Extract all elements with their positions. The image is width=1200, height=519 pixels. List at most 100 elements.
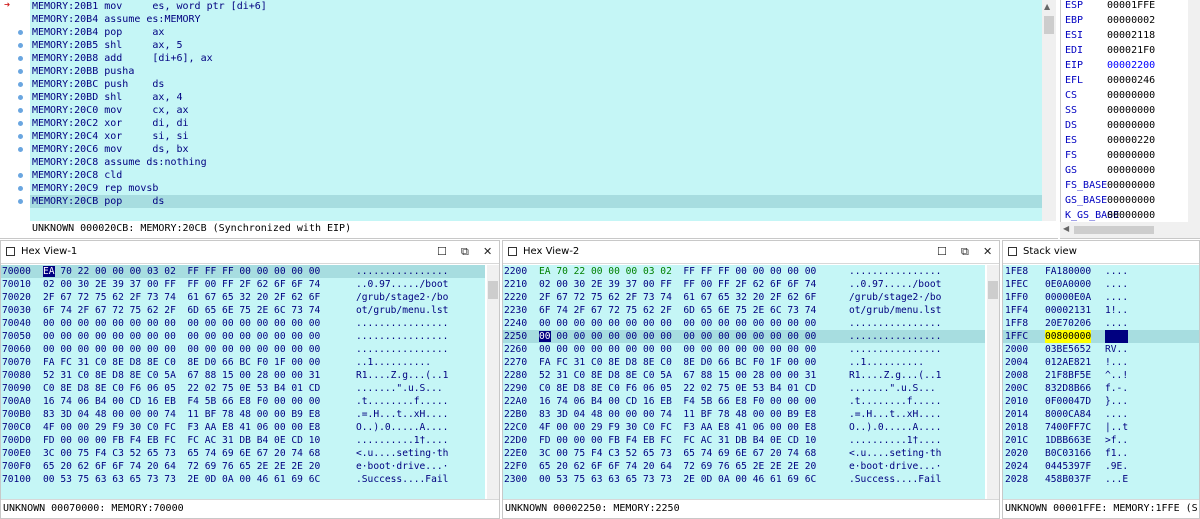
hex-bytes[interactable]: 00 53 75 63 63 65 73 73 2E 0D 0A 00 46 6… xyxy=(539,473,816,486)
stack-value[interactable]: 832D8B66 xyxy=(1045,382,1091,395)
hex-view-1-scrollbar[interactable] xyxy=(487,265,499,499)
register-value[interactable]: 00002200 xyxy=(1107,58,1155,73)
hex-row[interactable]: 700B0 83 3D 04 48 00 00 00 74 11 BF 78 48… xyxy=(1,408,485,421)
hex-bytes[interactable]: EA 70 22 00 00 00 03 02 FF FF FF 00 00 0… xyxy=(43,265,320,278)
register-value[interactable]: 00000000 xyxy=(1107,103,1155,118)
hex-row[interactable]: 22B0 83 3D 04 48 00 00 00 74 11 BF 78 48 … xyxy=(503,408,985,421)
stack-row[interactable]: 1FF0 00000E0A.... xyxy=(1003,291,1199,304)
stack-row[interactable]: 2028 458B037F ...E xyxy=(1003,473,1199,486)
hex-bytes[interactable]: 16 74 06 B4 00 CD 16 EB F4 5B 66 E8 F0 0… xyxy=(43,395,320,408)
hex-row[interactable]: 70080 52 31 C0 8E D8 8E C0 5A 67 88 15 00… xyxy=(1,369,485,382)
hex-ascii[interactable]: O..).0.....A.... xyxy=(849,421,941,434)
disasm-line[interactable]: MEMORY:20B8 add [di+6], ax xyxy=(30,52,1042,65)
register-value[interactable]: 00001FFE xyxy=(1107,0,1155,13)
stack-row[interactable]: 1FFC 00800000.... xyxy=(1003,330,1199,343)
disasm-line[interactable]: MEMORY:20B4 assume es:MEMORY xyxy=(30,13,1042,26)
breakpoint-dot-icon[interactable] xyxy=(18,134,23,139)
hex-bytes[interactable]: 4F 00 00 29 F9 30 C0 FC F3 AA E8 41 06 0… xyxy=(539,421,816,434)
hex-row[interactable]: 2260 00 00 00 00 00 00 00 00 00 00 00 00 … xyxy=(503,343,985,356)
breakpoint-dot-icon[interactable] xyxy=(18,121,23,126)
stack-value[interactable]: 20E70206 xyxy=(1045,317,1091,330)
hex-bytes[interactable]: 83 3D 04 48 00 00 00 74 11 BF 78 48 00 0… xyxy=(43,408,320,421)
stack-value[interactable]: B0C03166 xyxy=(1045,447,1091,460)
register-row[interactable]: DS 00000000 xyxy=(1065,118,1195,133)
stack-row[interactable]: 2014 8000CA84.... xyxy=(1003,408,1199,421)
hex-ascii[interactable]: R1..­..Z.g...(..1 xyxy=(849,369,941,382)
hex-row[interactable]: 2240 00 00 00 00 00 00 00 00 00 00 00 00 … xyxy=(503,317,985,330)
stack-value[interactable]: 0F00047D xyxy=(1045,395,1091,408)
register-row[interactable]: EFL 00000246 xyxy=(1065,73,1195,88)
stack-value[interactable]: 00002131 xyxy=(1045,304,1091,317)
hex-row[interactable]: 70090 C0 8E D8 8E C0 F6 06 05 22 02 75 0E… xyxy=(1,382,485,395)
hex-row[interactable]: 70010 02 00 30 2E 39 37 00 FF FF 00 FF 2F… xyxy=(1,278,485,291)
hex-bytes[interactable]: 00 53 75 63 63 65 73 73 2E 0D 0A 00 46 6… xyxy=(43,473,320,486)
hex-view-2-scroll-thumb[interactable] xyxy=(988,281,998,299)
hex-ascii[interactable]: R1..­..Z.g...(..1 xyxy=(356,369,448,382)
hex-view-1[interactable]: Hex View-1 ☐ ⧉ ✕ 70000 EA 70 22 00 00 00 … xyxy=(0,240,500,519)
disasm-line[interactable]: MEMORY:20C0 mov cx, ax xyxy=(30,104,1042,117)
breakpoint-dot-icon[interactable] xyxy=(18,173,23,178)
disasm-line[interactable]: MEMORY:20B5 shl ax, 5 xyxy=(30,39,1042,52)
restore-icon[interactable]: ⧉ xyxy=(961,241,969,263)
stack-row[interactable]: 2000 03BE5652 RV.. xyxy=(1003,343,1199,356)
close-icon[interactable]: ✕ xyxy=(983,241,992,263)
disasm-line[interactable]: MEMORY:20BC push ds xyxy=(30,78,1042,91)
hex-row[interactable]: 2300 00 53 75 63 63 65 73 73 2E 0D 0A 00 … xyxy=(503,473,985,486)
stack-value[interactable]: 7400FF7C xyxy=(1045,421,1091,434)
hex-row[interactable]: 2220 2F 67 72 75 62 2F 73 74 61 67 65 32 … xyxy=(503,291,985,304)
breakpoint-dot-icon[interactable] xyxy=(18,108,23,113)
hex-row[interactable]: 70070 FA FC 31 C0 8E D8 8E C0 8E D0 66 BC… xyxy=(1,356,485,369)
disasm-gutter[interactable]: ➜ xyxy=(0,0,30,221)
hex-bytes[interactable]: FD 00 00 00 FB F4 EB FC FC AC 31 DB B4 0… xyxy=(539,434,816,447)
scroll-up-icon[interactable]: ▲ xyxy=(1044,2,1050,11)
hex-bytes[interactable]: 00 00 00 00 00 00 00 00 00 00 00 00 00 0… xyxy=(539,330,816,343)
hex-row[interactable]: 700F0 65 20 62 6F 6F 74 20 64 72 69 76 65… xyxy=(1,460,485,473)
stack-value[interactable]: 8000CA84 xyxy=(1045,408,1091,421)
stack-row[interactable]: 1FEC 0E0A0000.... xyxy=(1003,278,1199,291)
hex-bytes[interactable]: 00 00 00 00 00 00 00 00 00 00 00 00 00 0… xyxy=(43,343,320,356)
hex-bytes[interactable]: 00 00 00 00 00 00 00 00 00 00 00 00 00 0… xyxy=(539,317,816,330)
stack-value[interactable]: 21F8BF5E xyxy=(1045,369,1091,382)
breakpoint-dot-icon[interactable] xyxy=(18,186,23,191)
register-row[interactable]: K_GS_BASE 00000000 xyxy=(1065,208,1195,223)
register-value[interactable]: 00000000 xyxy=(1107,163,1155,178)
hex-view-2[interactable]: Hex View-2 ☐ ⧉ ✕ 2200 EA 70 22 00 00 00 0… xyxy=(502,240,1000,519)
hex-row[interactable]: 70030 6F 74 2F 67 72 75 62 2F 6D 65 6E 75… xyxy=(1,304,485,317)
stack-row[interactable]: 1FF8 20E70206.... xyxy=(1003,317,1199,330)
register-value[interactable]: 00000246 xyxy=(1107,73,1155,88)
disasm-line[interactable]: MEMORY:20C9 rep movsb xyxy=(30,182,1042,195)
stack-value[interactable]: 00000E0A xyxy=(1045,291,1091,304)
register-value[interactable]: 00000000 xyxy=(1107,148,1155,163)
hex-row[interactable]: 22C0 4F 00 00 29 F9 30 C0 FC F3 AA E8 41 … xyxy=(503,421,985,434)
hex-row[interactable]: 2290 C0 8E D8 8E C0 F6 06 05 22 02 75 0E … xyxy=(503,382,985,395)
breakpoint-dot-icon[interactable] xyxy=(18,95,23,100)
hex-view-1-titlebar[interactable]: Hex View-1 ☐ ⧉ ✕ xyxy=(1,241,499,264)
register-row[interactable]: FS_BASE 00000000 xyxy=(1065,178,1195,193)
hex-bytes[interactable]: 6F 74 2F 67 72 75 62 2F 6D 65 6E 75 2E 6… xyxy=(539,304,816,317)
hex-bytes[interactable]: 4F 00 00 29 F9 30 C0 FC F3 AA E8 41 06 0… xyxy=(43,421,320,434)
hex-ascii[interactable]: ................ xyxy=(356,330,448,343)
stack-row[interactable]: 2008 21F8BF5E ^..! xyxy=(1003,369,1199,382)
stack-row[interactable]: 1FF4 00002131 1!.. xyxy=(1003,304,1199,317)
disasm-scrollbar[interactable]: ▲ xyxy=(1042,0,1056,221)
hex-ascii[interactable]: ................ xyxy=(849,265,941,278)
hex-row[interactable]: 70050 00 00 00 00 00 00 00 00 00 00 00 00… xyxy=(1,330,485,343)
hex-ascii[interactable]: ................ xyxy=(849,330,941,343)
stack-view-content[interactable]: 1FE8 FA180000.... 1FEC 0E0A0000.... 1FF0 0000… xyxy=(1003,265,1199,499)
hex-bytes[interactable]: 52 31 C0 8E D8 8E C0 5A 67 88 15 00 28 0… xyxy=(43,369,320,382)
hex-row[interactable]: 2280 52 31 C0 8E D8 8E C0 5A 67 88 15 00 … xyxy=(503,369,985,382)
hex-ascii[interactable]: /grub/stage2·/bo xyxy=(356,291,448,304)
stack-row[interactable]: 2010 0F00047D}... xyxy=(1003,395,1199,408)
hex-ascii[interactable]: ..­.....".u.S... xyxy=(849,382,936,395)
hex-ascii[interactable]: ................ xyxy=(849,317,941,330)
hex-ascii[interactable]: ..1.­.­.­....... xyxy=(356,356,431,369)
stack-row[interactable]: 201C 1DBB663E >f.. xyxy=(1003,434,1199,447)
hex-bytes[interactable]: 00 00 00 00 00 00 00 00 00 00 00 00 00 0… xyxy=(43,317,320,330)
disasm-line[interactable]: MEMORY:20C6 mov ds, bx xyxy=(30,143,1042,156)
stack-value[interactable]: 458B037F xyxy=(1045,473,1091,486)
breakpoint-dot-icon[interactable] xyxy=(18,30,23,35)
register-value[interactable]: 00002118 xyxy=(1107,28,1155,43)
hex-bytes[interactable]: 65 20 62 6F 6F 74 20 64 72 69 76 65 2E 2… xyxy=(43,460,320,473)
hex-ascii[interactable]: ot/grub/menu.lst xyxy=(356,304,448,317)
register-row[interactable]: GS_BASE 00000000 xyxy=(1065,193,1195,208)
